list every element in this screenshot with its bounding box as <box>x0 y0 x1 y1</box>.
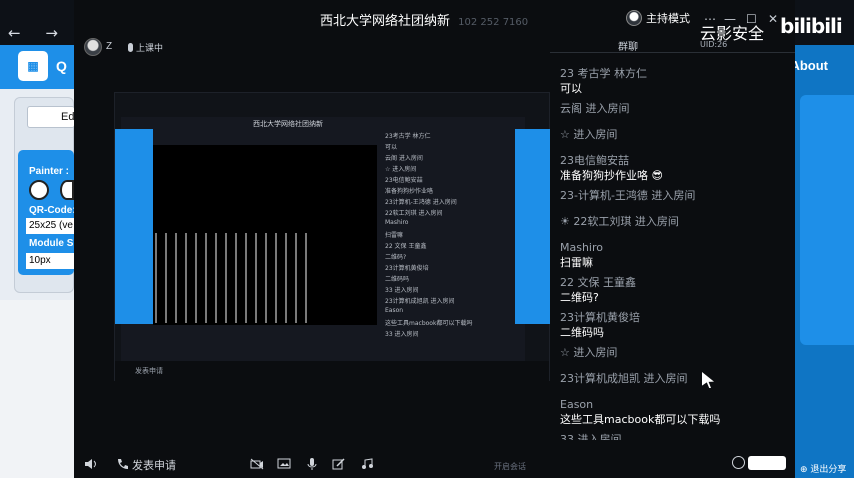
shared-chat-line: ☆ 进入房间 <box>385 166 417 173</box>
edit-icon[interactable] <box>332 458 346 470</box>
shared-blue-left <box>115 129 153 324</box>
exit-share-label: 退出分享 <box>810 465 847 475</box>
chat-message: 23 考古学 林方仁 可以 <box>560 66 790 96</box>
right-background-card <box>800 95 854 345</box>
meeting-window: 西北大学网络社团纳新 102 252 7160 Z 上课中 主持模式 ⋯ — ☐… <box>74 0 795 478</box>
chat-text: 扫雷嘛 <box>560 256 593 269</box>
room-id: 102 252 7160 <box>458 17 529 28</box>
shared-chat-line: 这些工具macbook都可以下载吗 <box>385 320 473 327</box>
user-avatar[interactable] <box>84 38 102 56</box>
shared-chat-line: 22软工刘琪 进入房间 <box>385 210 443 217</box>
mic-status-text: 上课中 <box>136 44 164 54</box>
chat-text: 准备狗狗抄作业咯 😎 <box>560 169 663 182</box>
chat-text: 这些工具macbook都可以下载吗 <box>560 413 721 426</box>
chat-tab-divider <box>550 52 795 53</box>
mic-status: 上课中 <box>128 41 163 54</box>
room-title-text: 西北大学网络社团纳新 <box>320 14 451 29</box>
qr-logo-icon: ▦ <box>18 51 48 81</box>
shared-chat-line: Mashiro <box>385 219 409 226</box>
shared-chat-line: 扫雷嘛 <box>385 232 404 239</box>
module-size-label: Module S <box>29 238 74 249</box>
room-title: 西北大学网络社团纳新 102 252 7160 <box>320 10 528 29</box>
about-link[interactable]: About <box>790 58 828 73</box>
shared-chat-line: 二维码? <box>385 254 407 261</box>
chat-text: 二维码吗 <box>560 326 604 339</box>
browser-nav-arrows[interactable]: ← → <box>8 24 68 42</box>
chat-sender: 23计算机黄俊培 <box>560 311 640 324</box>
shared-chat-line: 云阁 进入房间 <box>385 155 423 162</box>
bilibili-logo: bilibili <box>780 14 843 38</box>
shared-chat-line: 23电信鲍安喆 <box>385 177 423 184</box>
shared-chat-line: 22 文保 王童鑫 <box>385 243 427 250</box>
qr-size-select[interactable]: 25x25 (ve <box>26 218 74 234</box>
chat-panel: 群聊 23 考古学 林方仁 可以云阁 进入房间 ☆ 进入房间 23电信鲍安喆准备狗狗抄… <box>550 36 795 446</box>
chat-sender: Mashiro <box>560 241 604 254</box>
shared-screen-title: 西北大学网络社团纳新 <box>253 120 323 128</box>
mic-icon <box>128 43 133 52</box>
shared-apply-label: 发表申请 <box>135 367 163 375</box>
shared-chat-line: 33 进入房间 <box>385 331 419 338</box>
shared-chat-line: 可以 <box>385 144 398 151</box>
screen-share-icon[interactable] <box>277 458 291 470</box>
toolbar-center-label: 开启会话 <box>494 462 526 471</box>
meeting-toolbar: 发表申请 开启会话 <box>74 440 795 478</box>
shared-blue-right <box>515 129 551 324</box>
host-mode-button[interactable]: 主持模式 <box>626 10 690 26</box>
camera-off-icon[interactable] <box>250 458 264 470</box>
exit-share-button[interactable]: ⊕ 退出分享 <box>800 462 846 475</box>
shared-screen[interactable]: 西北大学网络社团纳新 23考古学 林方仁 可以云阁 进入房间 ☆ 进入房间 23电信鲍… <box>114 92 551 381</box>
painter-option-circle[interactable] <box>29 180 49 200</box>
chat-message: 23电信鲍安喆准备狗狗抄作业咯 😎 <box>560 153 790 183</box>
chat-system-message: ☆ 进入房间 <box>560 128 618 141</box>
microphone-icon[interactable] <box>305 458 319 470</box>
shared-chat-line: 准备狗狗抄作业咯 <box>385 188 434 195</box>
chat-message: 23计算机黄俊培 二维码吗 <box>560 310 790 340</box>
chat-system-message: ☆ 进入房间 <box>560 346 618 359</box>
module-size-select[interactable]: 10px <box>26 253 74 269</box>
shared-chat-line: 23计算机成旭凯 进入房间 <box>385 298 455 305</box>
watermark-uid: UID:26 <box>700 40 728 49</box>
chat-system-message: 云阁 进入房间 <box>560 102 630 115</box>
chat-text: 二维码? <box>560 291 599 304</box>
chat-system-message: ☀ 22软工刘琪 进入房间 <box>560 215 679 228</box>
apply-label[interactable]: 发表申请 <box>132 457 176 473</box>
chat-sender: Eason <box>560 398 594 411</box>
emoji-icon[interactable] <box>732 456 745 469</box>
app-title: Q <box>56 58 67 74</box>
chat-message-list[interactable]: 23 考古学 林方仁 可以云阁 进入房间 ☆ 进入房间 23电信鲍安喆准备狗狗抄作业咯… <box>560 66 790 458</box>
shared-chat-panel: 23考古学 林方仁 可以云阁 进入房间 ☆ 进入房间 23电信鲍安喆准备狗狗抄作业咯 2… <box>385 131 515 371</box>
chat-message: Eason 这些工具macbook都可以下载吗 <box>560 397 790 427</box>
phone-icon[interactable] <box>116 458 130 470</box>
speaker-icon[interactable] <box>84 458 98 470</box>
shared-chat-line: 23计算机-王鸿德 进入房间 <box>385 199 457 206</box>
qr-code-label: QR-Code: <box>29 205 76 216</box>
host-mode-label: 主持模式 <box>646 12 690 25</box>
recursive-screen-trail <box>155 233 315 323</box>
painter-label: Painter : <box>29 166 70 177</box>
music-icon[interactable] <box>360 458 374 470</box>
chat-text: 可以 <box>560 82 582 95</box>
edit-button[interactable]: Ed <box>27 106 75 128</box>
shared-chat-line: 23计算机黄俊培 <box>385 265 429 272</box>
close-icon[interactable]: ✕ <box>768 12 778 26</box>
chat-input[interactable] <box>748 456 786 470</box>
shared-chat-line: Eason <box>385 307 404 314</box>
chat-message: Mashiro 扫雷嘛 <box>560 240 790 270</box>
chat-sender: 23电信鲍安喆 <box>560 154 629 167</box>
chat-message: 22 文保 王童鑫 二维码? <box>560 275 790 305</box>
chat-sender: 23 考古学 林方仁 <box>560 67 647 80</box>
shared-chat-line: 23考古学 林方仁 <box>385 133 431 140</box>
chat-system-message: 23-计算机-王鸿德 进入房间 <box>560 189 696 202</box>
shared-bottom-bar <box>115 361 549 381</box>
chat-tab[interactable]: 群聊 <box>618 38 638 53</box>
shared-chat-line: 二维码吗 <box>385 276 410 283</box>
chat-sender: 22 文保 王童鑫 <box>560 276 636 289</box>
chat-system-message: 23计算机成旭凯 进入房间 <box>560 372 688 385</box>
painter-option-circle-2[interactable] <box>60 180 74 200</box>
host-avatar-icon <box>626 10 642 26</box>
left-background-area <box>0 300 74 478</box>
shared-chat-line: 33 进入房间 <box>385 287 419 294</box>
user-name: Z <box>106 41 113 52</box>
